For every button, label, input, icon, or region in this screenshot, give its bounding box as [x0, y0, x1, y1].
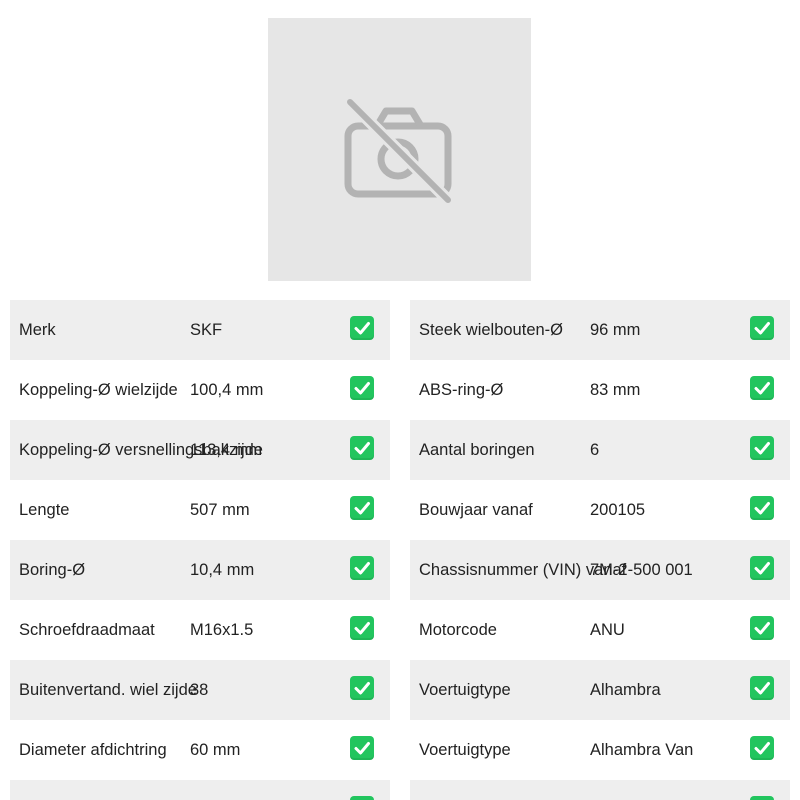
check-icon: [750, 436, 774, 460]
check-icon: [750, 736, 774, 760]
spec-row: Voertuigtype Alhambra Van: [410, 720, 790, 780]
spec-value: 113,4 mm: [190, 441, 263, 459]
spec-row: ABS-ring-Ø 83 mm: [410, 360, 790, 420]
check-icon: [350, 556, 374, 580]
check-icon: [750, 676, 774, 700]
check-icon: [350, 376, 374, 400]
spec-value: M16x1.5: [190, 621, 254, 639]
spec-value: Alhambra Van: [590, 741, 694, 759]
spec-label: Steek wielbouten-Ø: [419, 321, 563, 339]
spec-label: Diameter afdichtring: [19, 741, 167, 759]
spec-label: Koppeling-Ø wielzijde: [19, 381, 178, 399]
spec-value: 60 mm: [190, 741, 241, 759]
check-icon: [350, 436, 374, 460]
check-icon: [750, 556, 774, 580]
check-icon: [350, 616, 374, 640]
spec-label: Schroefdraadmaat: [19, 621, 155, 639]
check-icon: [350, 496, 374, 520]
spec-label: Boring-Ø: [19, 561, 86, 579]
spec-row: Lengte 507 mm: [10, 480, 390, 540]
spec-label: Bouwjaar vanaf: [419, 501, 533, 519]
spec-row: Boring-Ø 10,4 mm: [10, 540, 390, 600]
spec-row: Voertuigtype Alhambra: [410, 660, 790, 720]
spec-row: [10, 780, 390, 800]
spec-value: 507 mm: [190, 501, 250, 519]
spec-row: Chassisnummer (VIN) vanaf 7M-2-500 001: [410, 540, 790, 600]
spec-value: 200105: [590, 501, 646, 519]
spec-value: 100,4 mm: [190, 381, 264, 399]
spec-value: SKF: [190, 321, 223, 339]
spec-row: Koppeling-Ø wielzijde 100,4 mm: [10, 360, 390, 420]
product-image-placeholder: [268, 18, 531, 281]
spec-row: Steek wielbouten-Ø 96 mm: [410, 300, 790, 360]
spec-row: Koppeling-Ø versnellingsbakzijde 113,4 m…: [10, 420, 390, 480]
spec-value: 7M-2-500 001: [590, 561, 693, 579]
spec-label: ABS-ring-Ø: [419, 381, 504, 399]
spec-row: Aantal boringen 6: [410, 420, 790, 480]
spec-row: Buitenvertand. wiel zijde 38: [10, 660, 390, 720]
spec-label: Voertuigtype: [419, 681, 511, 699]
camera-off-icon: [344, 97, 453, 205]
spec-value: 96 mm: [590, 321, 641, 339]
check-icon: [350, 796, 374, 800]
check-icon: [750, 496, 774, 520]
spec-row: Merk SKF: [10, 300, 390, 360]
spec-row: Schroefdraadmaat M16x1.5: [10, 600, 390, 660]
spec-value: 83 mm: [590, 381, 641, 399]
spec-value: 38: [190, 681, 209, 699]
spec-value: 6: [590, 441, 600, 459]
spec-value: 10,4 mm: [190, 561, 255, 579]
spec-row: Bouwjaar vanaf 200105: [410, 480, 790, 540]
spec-table-left: Merk SKF Koppeling-Ø wielzijde 100,4 mm …: [10, 300, 390, 800]
check-icon: [750, 376, 774, 400]
spec-row: [410, 780, 790, 800]
check-icon: [750, 316, 774, 340]
spec-value: ANU: [590, 621, 625, 639]
check-icon: [350, 316, 374, 340]
spec-table-right: Steek wielbouten-Ø 96 mm ABS-ring-Ø 83 m…: [410, 300, 790, 800]
spec-label: Lengte: [19, 501, 70, 519]
check-icon: [750, 616, 774, 640]
spec-value: Alhambra: [590, 681, 661, 699]
spec-row: Motorcode ANU: [410, 600, 790, 660]
spec-label: Buitenvertand. wiel zijde: [19, 681, 197, 699]
spec-label: Aantal boringen: [419, 441, 535, 459]
product-specs-page: Merk SKF Koppeling-Ø wielzijde 100,4 mm …: [0, 0, 800, 800]
spec-label: Merk: [19, 321, 56, 339]
spec-label: Motorcode: [419, 621, 497, 639]
spec-label: Voertuigtype: [419, 741, 511, 759]
check-icon: [750, 796, 774, 800]
check-icon: [350, 736, 374, 760]
check-icon: [350, 676, 374, 700]
spec-row: Diameter afdichtring 60 mm: [10, 720, 390, 780]
